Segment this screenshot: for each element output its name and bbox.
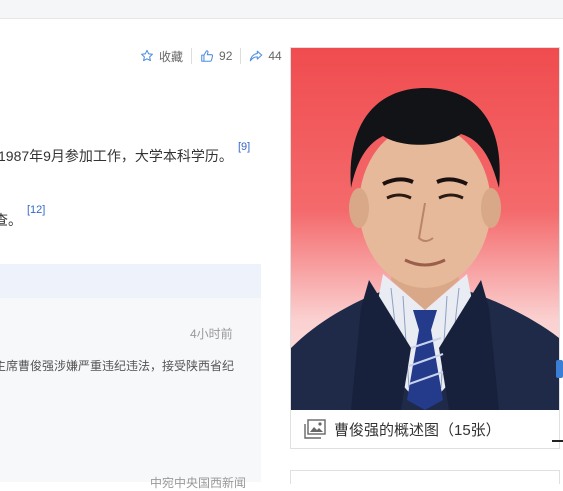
bio-text-line: 查。 bbox=[0, 212, 22, 228]
news-snippet-line: 。 bbox=[0, 376, 254, 396]
photo-caption[interactable]: 曹俊强的概述图（15张） bbox=[291, 410, 559, 448]
image-gallery-icon bbox=[304, 419, 326, 439]
share-count: 44 bbox=[268, 49, 282, 63]
news-header bbox=[0, 264, 261, 298]
share-icon bbox=[250, 50, 263, 62]
thumbs-up-icon bbox=[201, 50, 214, 62]
news-source: 中宛中央国西新闻 bbox=[150, 476, 247, 490]
photo-caption-text: 曹俊强的概述图（15张） bbox=[334, 421, 501, 439]
share-button[interactable]: 44 bbox=[241, 49, 289, 63]
like-count: 92 bbox=[219, 49, 233, 63]
summary-photo-card[interactable]: 曹俊强的概述图（15张） bbox=[290, 47, 560, 449]
news-time: 4小时前 bbox=[190, 327, 233, 341]
news-snippet-line: 主席曹俊强涉嫌严重违纪违法，接受陕西省纪 bbox=[0, 359, 235, 373]
reference-link[interactable]: [9] bbox=[238, 141, 250, 153]
action-bar: 收藏 92 44 bbox=[132, 46, 290, 66]
star-icon bbox=[141, 49, 153, 62]
bio-text-line: 1987年9月参加工作，大学本科学历。 bbox=[0, 148, 233, 164]
floating-widget-edge[interactable] bbox=[556, 360, 563, 378]
divider bbox=[552, 440, 563, 442]
portrait-photo[interactable] bbox=[291, 48, 559, 410]
top-bar bbox=[0, 0, 563, 19]
portrait-illustration bbox=[291, 88, 559, 410]
news-snippet[interactable]: 主席曹俊强涉嫌严重违纪违法，接受陕西省纪 。 bbox=[0, 356, 254, 396]
favorite-button[interactable]: 收藏 bbox=[132, 48, 191, 65]
like-button[interactable]: 92 bbox=[192, 49, 240, 63]
reference-link[interactable]: [12] bbox=[27, 204, 45, 216]
favorite-label: 收藏 bbox=[159, 49, 184, 64]
